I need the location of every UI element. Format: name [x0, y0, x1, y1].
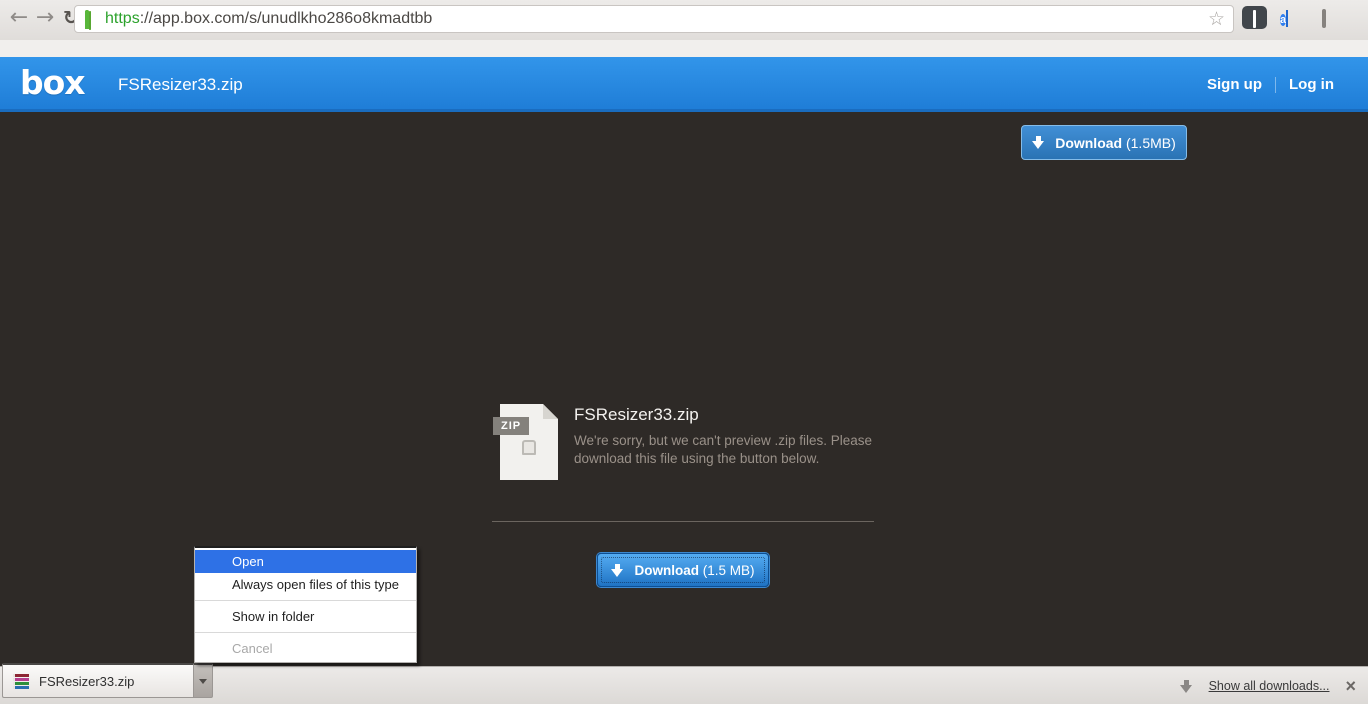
preview-file-name: FSResizer33.zip	[574, 405, 872, 425]
zip-badge: ZIP	[493, 417, 529, 435]
main-download-label: Download (1.5 MB)	[634, 563, 754, 578]
main-download-button[interactable]: Download (1.5 MB)	[597, 553, 769, 587]
box-header: box FSResizer33.zip Download (1.5MB) Sig…	[0, 57, 1368, 112]
header-download-label: Download (1.5MB)	[1055, 135, 1176, 151]
preview-message-line1: We're sorry, but we can't preview .zip f…	[574, 432, 872, 450]
menu-item-open[interactable]: Open	[195, 550, 416, 573]
pocket-chevron-icon	[1253, 10, 1256, 28]
download-word: Download	[634, 563, 699, 578]
downloads-arrow-icon	[1180, 680, 1193, 693]
menu-item-always-open[interactable]: Always open files of this type	[195, 573, 416, 596]
sign-up-link[interactable]: Sign up	[1207, 76, 1262, 93]
header-link-divider	[1275, 77, 1276, 93]
downloads-bar-right: Show all downloads... ×	[1180, 667, 1356, 704]
box-logo[interactable]: box	[20, 63, 85, 102]
download-size: (1.5MB)	[1126, 135, 1176, 151]
download-context-menu: Open Always open files of this type Show…	[194, 546, 417, 663]
a-extension-icon[interactable]: a	[1273, 5, 1295, 33]
arrow-head	[1180, 685, 1192, 693]
preview-message-line2: download this file using the button belo…	[574, 450, 872, 468]
zipper-pull	[522, 440, 536, 455]
menu-separator	[195, 632, 416, 633]
zipper-teeth	[524, 457, 534, 475]
close-downloads-bar-button[interactable]: ×	[1345, 677, 1356, 695]
rar-book	[13, 686, 29, 689]
paper-corner-fold	[543, 404, 558, 419]
preview-message: We're sorry, but we can't preview .zip f…	[574, 432, 872, 468]
https-lock-icon[interactable]	[85, 12, 98, 27]
menu-separator	[195, 600, 416, 601]
file-preview-row: ZIP FSResizer33.zip We're sorry, but we …	[500, 404, 872, 480]
zip-file-icon: ZIP	[500, 404, 558, 480]
downloads-bar: FSResizer33.zip Show all downloads... ×	[0, 666, 1368, 704]
rar-book	[13, 674, 29, 677]
winrar-file-icon	[13, 673, 29, 689]
diamond-extension-icon[interactable]	[1316, 10, 1332, 26]
chevron-down-icon	[199, 679, 207, 684]
pocket-extension-icon[interactable]	[1242, 6, 1267, 29]
preview-divider	[492, 521, 874, 522]
download-word: Download	[1055, 135, 1122, 151]
arrow-head	[611, 569, 623, 577]
url-text: https://app.box.com/s/unudlkho286o8kmadt…	[105, 10, 1208, 28]
download-arrow-icon	[611, 564, 624, 577]
forward-button[interactable]: →	[32, 3, 58, 33]
address-bar[interactable]: https://app.box.com/s/unudlkho286o8kmadt…	[74, 5, 1234, 33]
download-item-button[interactable]: FSResizer33.zip	[2, 663, 193, 698]
download-arrow-icon	[1032, 136, 1045, 149]
browser-menu-button[interactable]	[1340, 9, 1362, 31]
browser-toolbar: ← → ↻ https://app.box.com/s/unudlkho286o…	[0, 0, 1368, 40]
download-size: (1.5 MB)	[703, 563, 755, 578]
screen: ← → ↻ https://app.box.com/s/unudlkho286o…	[0, 0, 1368, 704]
diamond-shape	[1322, 9, 1326, 28]
header-right-links: Sign up Log in	[1207, 57, 1334, 112]
menu-item-cancel: Cancel	[195, 637, 416, 660]
rar-book	[13, 682, 29, 685]
menu-item-show-in-folder[interactable]: Show in folder	[195, 605, 416, 628]
url-scheme: https	[105, 10, 140, 27]
lock-body	[89, 11, 91, 30]
download-item-dropdown[interactable]	[193, 663, 213, 698]
toolbar-lower-strip	[0, 40, 1368, 57]
rar-book	[13, 678, 29, 681]
download-item-filename: FSResizer33.zip	[39, 674, 134, 689]
bookmark-star-icon[interactable]: ☆	[1208, 10, 1225, 29]
back-button[interactable]: ←	[6, 3, 32, 33]
download-item[interactable]: FSResizer33.zip	[2, 663, 213, 698]
arrow-head	[1032, 141, 1044, 149]
header-download-button[interactable]: Download (1.5MB)	[1021, 125, 1187, 160]
log-in-link[interactable]: Log in	[1289, 76, 1334, 93]
a-extension-ruler	[1286, 10, 1288, 27]
show-all-downloads-link[interactable]: Show all downloads...	[1209, 679, 1330, 693]
url-rest: ://app.box.com/s/unudlkho286o8kmadtbb	[140, 10, 433, 27]
header-file-title: FSResizer33.zip	[118, 75, 243, 95]
file-info: FSResizer33.zip We're sorry, but we can'…	[574, 404, 872, 480]
